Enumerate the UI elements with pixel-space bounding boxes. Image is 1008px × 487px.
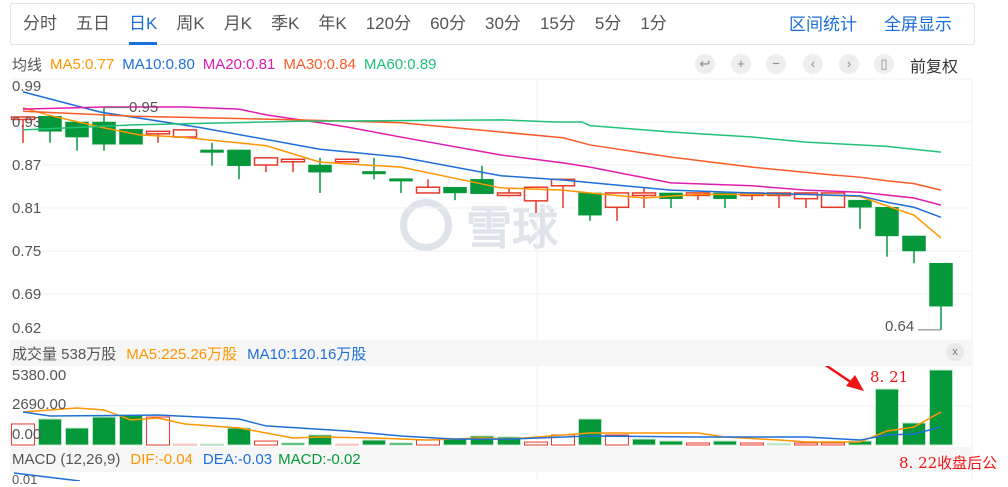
volume-bar	[200, 443, 224, 447]
macd-value: MACD:-0.02	[278, 451, 361, 468]
candle-down	[227, 149, 251, 166]
candle-down	[902, 235, 926, 252]
volume-bar	[227, 427, 251, 446]
volume-bar	[524, 441, 548, 446]
candle-down	[389, 178, 413, 182]
macd-dea: DEA:-0.03	[202, 451, 273, 468]
annotation-bottom-note: 8. 22收盘后公	[899, 454, 998, 472]
low-price-label: 0.64	[885, 318, 915, 335]
price-tick: 0.93	[12, 114, 42, 131]
close-volume-icon[interactable]: x	[946, 343, 964, 361]
kline-chart[interactable]	[0, 0, 1008, 481]
candle-down	[443, 186, 467, 194]
annotation-vol-note: 8. 21	[870, 368, 909, 386]
volume-bar	[929, 369, 953, 446]
candle-up	[172, 129, 198, 138]
volume-header: 成交量 538万股 MA5:225.26万股 MA10:120.16万股	[10, 340, 972, 366]
price-tick: 0.87	[12, 157, 42, 174]
volume-bar	[632, 438, 656, 446]
volume-bar	[146, 416, 170, 446]
volume-bar	[794, 442, 818, 446]
volume-bar	[281, 442, 305, 446]
candle-down	[200, 149, 224, 153]
macd-dif: DIF:-0.04	[130, 451, 193, 468]
macd-title: MACD (12,26,9)	[12, 451, 121, 468]
macd-tick: 0.01	[12, 472, 38, 487]
candle-down	[578, 192, 602, 216]
price-tick: 0.75	[12, 243, 42, 260]
candle-up	[334, 158, 360, 163]
candle-up	[280, 158, 306, 163]
volume-bar	[578, 418, 602, 446]
candle-up	[145, 130, 171, 135]
volume-tick: 2690.00	[12, 396, 67, 413]
candle-down	[308, 164, 332, 173]
volume-tick: 5380.00	[12, 367, 67, 384]
volume-bar	[254, 440, 278, 446]
candle-up	[631, 192, 657, 197]
candle-down	[470, 179, 494, 194]
volume-bar	[659, 440, 683, 446]
volume-bar	[821, 442, 845, 446]
price-tick: 0.81	[12, 200, 42, 217]
volume-ma5: MA5:225.26万股	[126, 345, 238, 363]
price-tick: 0.62	[12, 320, 42, 337]
candle-up	[253, 157, 279, 166]
candle-down	[848, 199, 872, 208]
annotation-arrow-head	[846, 375, 864, 391]
macd-header: MACD (12,26,9) DIF:-0.04 DEA:-0.03 MACD:…	[10, 447, 972, 472]
volume-bar	[173, 443, 197, 447]
volume-ma10: MA10:120.16万股	[247, 345, 367, 363]
volume-bar	[740, 442, 764, 446]
volume-bar	[38, 418, 62, 446]
volume-tick: 0.00	[12, 426, 42, 443]
candle-up	[496, 192, 522, 197]
volume-bar	[686, 442, 710, 446]
volume-bar	[389, 442, 413, 446]
volume-bar	[362, 439, 386, 446]
price-tick: 0.99	[12, 78, 42, 95]
candle-up	[415, 186, 441, 194]
volume-bar	[65, 427, 89, 446]
volume-title: 成交量 538万股	[12, 345, 117, 363]
candle-down	[929, 262, 953, 307]
candle-down	[875, 207, 899, 237]
price-tick: 0.69	[12, 286, 42, 303]
volume-bar	[767, 443, 791, 446]
volume-bar	[335, 443, 359, 447]
candle-down	[362, 171, 386, 175]
volume-bar	[713, 440, 737, 446]
high-price-label: 0.95	[129, 99, 159, 116]
volume-bar	[92, 416, 116, 446]
